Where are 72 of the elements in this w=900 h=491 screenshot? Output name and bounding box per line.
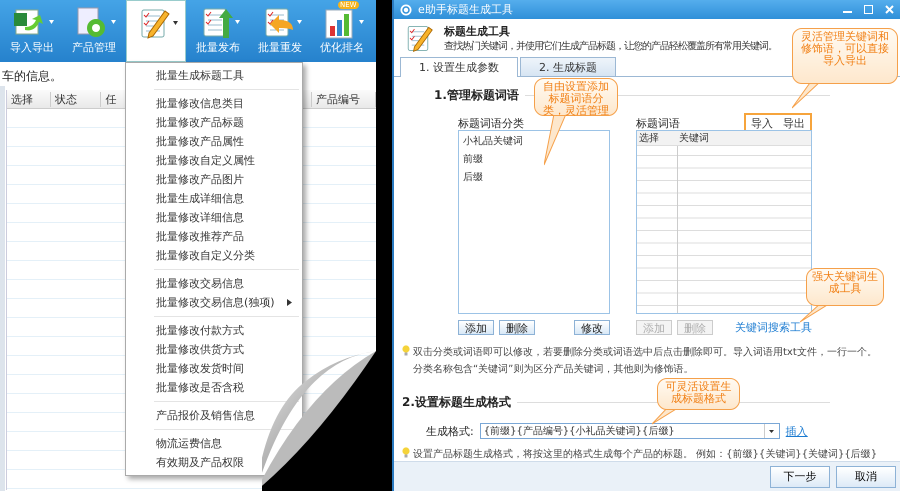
menu-item[interactable]: 批量生成详细信息 <box>156 191 244 206</box>
menu-item[interactable]: 有效期及产品权限 <box>156 455 244 470</box>
menu-item[interactable]: 批量修改发货时间 <box>156 361 244 376</box>
column-header: 产品编号 <box>312 92 376 106</box>
caret-icon[interactable] <box>769 430 774 433</box>
toolbar-button[interactable]: 导入导出 <box>2 0 62 62</box>
window-title: e助手标题生成工具 <box>418 2 514 18</box>
menu-item[interactable]: 批量修改自定义属性 <box>156 153 255 168</box>
dialog-button[interactable]: 下一步 <box>770 466 830 488</box>
callout: 自由设置添加标题词语分类，灵活管理 <box>534 78 618 116</box>
close-icon[interactable] <box>885 5 894 14</box>
toolbar-button[interactable]: 批量重发 <box>250 0 310 62</box>
section-title: 2.设置标题生成格式 <box>402 394 511 412</box>
column-header: 状态 <box>51 92 102 106</box>
lightbulb-icon <box>402 447 410 458</box>
menu-item[interactable]: 批量修改推荐产品 <box>156 229 244 244</box>
toolbar-button[interactable]: 批量发布 <box>188 0 248 62</box>
menu-item[interactable]: 批量修改产品属性 <box>156 134 244 149</box>
app-logo-icon <box>400 4 412 16</box>
caret-icon <box>296 20 302 24</box>
menu-item[interactable]: 批量修改详细信息 <box>156 210 244 225</box>
dialog-button[interactable]: 取消 <box>836 466 896 488</box>
info-text: 车的信息。 <box>2 68 62 85</box>
list-item[interactable]: 后缀 <box>463 170 483 184</box>
list-item[interactable]: 小礼品关键词 <box>463 134 523 148</box>
insert-link[interactable]: 插入 <box>786 424 808 439</box>
menu-item[interactable]: 批量修改付款方式 <box>156 323 244 338</box>
list-label: 标题词语 <box>636 116 680 130</box>
caret-icon <box>48 20 54 24</box>
toolbar-button[interactable] <box>126 0 186 62</box>
tip-text: 双击分类或词语即可以修改，若要删除分类或词语选中后点击删除即可。导入词语用txt文件，一行一个。 <box>413 346 877 360</box>
import-link[interactable]: 导入 <box>751 116 773 132</box>
tip-text: 设置产品标题生成格式，将按这里的格式生成每个产品的标题。 例如：{前缀}{关键词}{关键词}{后缀} <box>413 448 878 462</box>
menu-item[interactable]: 物流运费信息 <box>156 436 222 451</box>
column-header: 选择 <box>638 132 660 146</box>
callout-tail <box>544 114 568 167</box>
keyword-search-link[interactable]: 关键词搜索工具 <box>735 320 812 336</box>
menu-item[interactable]: 批量修改产品图片 <box>156 172 244 187</box>
maximize-icon[interactable] <box>864 5 873 14</box>
list-button[interactable]: 添加 <box>458 320 494 336</box>
list-button[interactable]: 修改 <box>574 320 610 336</box>
callout: 灵活管理关键词和修饰语，可以直接导入导出 <box>792 28 898 84</box>
lightbulb-icon <box>402 345 410 356</box>
toolbar-button[interactable]: 产品管理 <box>64 0 124 62</box>
format-combo-box[interactable]: {前缀}{产品编号}{小礼品关键词}{后缀} <box>480 423 780 440</box>
header-subtitle: 查找热门关键词，并使用它们生成产品标题，让您的产品轻松覆盖所有常用关键词。 <box>444 40 777 53</box>
menu-item[interactable]: 批量修改是否含税 <box>156 380 244 395</box>
export-link[interactable]: 导出 <box>783 116 805 132</box>
menu-item[interactable]: 批量生成标题工具 <box>156 68 244 83</box>
menu-item[interactable]: 批量修改交易信息 <box>156 276 244 291</box>
tab[interactable]: 1. 设置生成参数 <box>400 57 518 78</box>
list-label: 标题词语分类 <box>458 116 524 130</box>
callout: 强大关键词生成工具 <box>806 268 884 306</box>
menu-item[interactable]: 批量修改供货方式 <box>156 342 244 357</box>
list-button[interactable]: 删除 <box>499 320 535 336</box>
section-title: 1.管理标题词语 <box>434 87 519 104</box>
caret-icon <box>110 20 116 24</box>
format-label: 生成格式: <box>426 424 474 439</box>
list-item[interactable]: 前缀 <box>463 152 483 166</box>
menu-item[interactable]: 批量修改自定义分类 <box>156 248 255 263</box>
column-header: 选择 <box>7 92 52 106</box>
header-title: 标题生成工具 <box>444 24 511 39</box>
callout: 可灵活设置生成标题格式 <box>657 378 740 410</box>
menu-item[interactable]: 产品报价及销售信息 <box>156 408 255 423</box>
caret-icon <box>234 20 240 24</box>
menu-item[interactable]: 批量修改产品标题 <box>156 115 244 130</box>
column-header: 关键词 <box>678 132 709 146</box>
tip-text: 分类名称包含“关键词”则为区分产品关键词，其他则为修饰语。 <box>413 362 694 376</box>
caret-icon <box>172 21 178 25</box>
caret-icon <box>358 20 364 24</box>
tab[interactable]: 2. 生成标题 <box>520 57 616 76</box>
menu-item[interactable]: 批量修改交易信息(独项) <box>156 295 275 310</box>
